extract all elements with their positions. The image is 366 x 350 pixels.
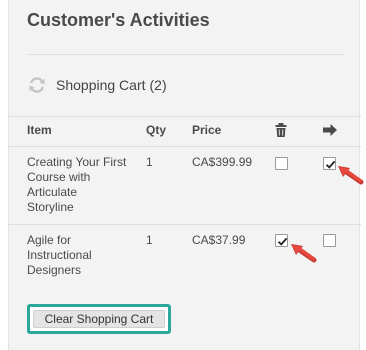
row-2-move-checkbox[interactable] (323, 234, 336, 247)
clear-shopping-cart-button[interactable]: Clear Shopping Cart (33, 310, 165, 328)
row-1-price: CA$399.99 (192, 155, 253, 169)
row-divider (9, 224, 361, 225)
row-1-item-name: Creating Your First Course with Articula… (27, 155, 127, 214)
row-2-qty: 1 (146, 233, 153, 247)
column-header-item: Item (27, 123, 52, 137)
row-1-remove-checkbox[interactable] (275, 157, 288, 170)
title-divider (27, 54, 343, 55)
row-2-price: CA$37.99 (192, 233, 246, 247)
shopping-cart-header[interactable]: Shopping Cart (2) (27, 74, 167, 96)
table-top-border (9, 116, 361, 117)
column-header-price: Price (192, 123, 222, 137)
shopping-cart-count: (2) (149, 77, 167, 93)
header-row-border (9, 146, 361, 147)
clear-cart-highlight: Clear Shopping Cart (27, 304, 171, 334)
row-2-remove-checkbox[interactable] (275, 234, 288, 247)
customer-activities-panel: Customer's Activities Shopping Cart (2) … (8, 0, 364, 350)
annotation-arrow-icon (338, 166, 364, 185)
annotation-arrow-icon (291, 244, 317, 263)
refresh-icon[interactable] (27, 75, 47, 95)
row-2-item-name: Agile for Instructional Designers (27, 233, 92, 277)
panel-title: Customer's Activities (27, 10, 210, 30)
trash-icon (273, 122, 289, 138)
row-1-qty: 1 (146, 155, 153, 169)
arrow-right-icon (322, 122, 338, 138)
shopping-cart-label: Shopping Cart (56, 77, 146, 93)
column-header-qty: Qty (146, 123, 167, 137)
